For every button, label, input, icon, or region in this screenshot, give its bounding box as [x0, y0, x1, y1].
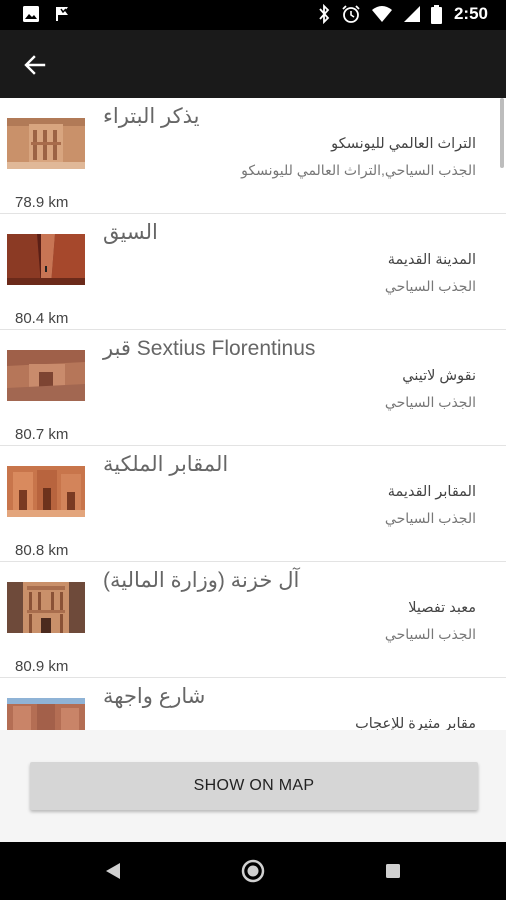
- place-category: الجذب السياحي: [384, 394, 476, 410]
- place-subtitle: التراث العالمي لليونسكو: [331, 136, 476, 152]
- place-subtitle: نقوش لاتيني: [402, 368, 476, 384]
- place-thumbnail: [7, 698, 85, 730]
- back-triangle-icon: [106, 863, 120, 879]
- place-category: الجذب السياحي,التراث العالمي لليونسكو: [241, 162, 476, 178]
- recents-square-icon: [386, 864, 400, 878]
- signal-icon: [403, 6, 420, 22]
- place-distance: 80.8 km: [15, 542, 69, 559]
- clock: 2:50: [453, 4, 488, 23]
- place-subtitle: المقابر القديمة: [387, 484, 476, 500]
- place-title: المقابر الملكية: [103, 453, 229, 476]
- bottom-panel: SHOW ON MAP: [0, 730, 506, 842]
- home-circle-icon: [241, 859, 265, 883]
- place-thumbnail: [7, 118, 85, 169]
- place-item[interactable]: المقابر الملكية المقابر القديمة الجذب ال…: [0, 446, 506, 562]
- place-title: يذكر البتراء: [103, 105, 200, 128]
- bluetooth-icon: [319, 4, 330, 24]
- flag-notification-icon: [56, 7, 68, 21]
- place-category: الجذب السياحي: [384, 510, 476, 526]
- place-item[interactable]: آل خزنة (وزارة المالية) معبد تفصيلا الجذ…: [0, 562, 506, 678]
- place-distance: 80.4 km: [15, 310, 69, 327]
- place-thumbnail: [7, 234, 85, 285]
- system-icons: 2:50: [317, 4, 488, 24]
- place-thumbnail: [7, 350, 85, 401]
- place-category: الجذب السياحي: [384, 278, 476, 294]
- back-button[interactable]: [14, 44, 56, 86]
- wifi-icon: [371, 6, 392, 22]
- nav-home-button[interactable]: [238, 856, 268, 886]
- app-bar: [0, 30, 506, 98]
- place-item[interactable]: يذكر البتراء التراث العالمي لليونسكو الج…: [0, 98, 506, 214]
- place-subtitle: مقابر مثيرة للإعجاب: [355, 716, 476, 730]
- notification-icons: [22, 5, 72, 23]
- place-item[interactable]: شارع واجهة مقابر مثيرة للإعجاب: [0, 678, 506, 730]
- alarm-icon: [342, 5, 360, 23]
- place-subtitle: المدينة القديمة: [387, 252, 476, 268]
- place-title: آل خزنة (وزارة المالية): [103, 569, 300, 592]
- battery-icon: [430, 4, 442, 24]
- status-bar: 2:50: [0, 0, 506, 30]
- nav-recents-button[interactable]: [378, 856, 408, 886]
- places-list[interactable]: يذكر البتراء التراث العالمي لليونسكو الج…: [0, 98, 506, 730]
- navigation-bar: [0, 842, 506, 900]
- place-title: قبر Sextius Florentinus: [103, 337, 316, 360]
- place-thumbnail: [7, 582, 85, 633]
- arrow-back-icon: [24, 55, 46, 75]
- show-on-map-button[interactable]: SHOW ON MAP: [30, 762, 478, 810]
- image-notification-icon: [23, 6, 39, 22]
- nav-back-button[interactable]: [98, 856, 128, 886]
- scrollbar[interactable]: [500, 98, 504, 168]
- place-subtitle: معبد تفصيلا: [408, 600, 476, 616]
- place-item[interactable]: قبر Sextius Florentinus نقوش لاتيني الجذ…: [0, 330, 506, 446]
- place-thumbnail: [7, 466, 85, 517]
- place-distance: 78.9 km: [15, 194, 69, 211]
- place-distance: 80.9 km: [15, 658, 69, 675]
- place-title: شارع واجهة: [103, 685, 206, 708]
- place-title: السيق: [103, 221, 158, 244]
- place-item[interactable]: السيق المدينة القديمة الجذب السياحي 80.4…: [0, 214, 506, 330]
- place-distance: 80.7 km: [15, 426, 69, 443]
- place-category: الجذب السياحي: [384, 626, 476, 642]
